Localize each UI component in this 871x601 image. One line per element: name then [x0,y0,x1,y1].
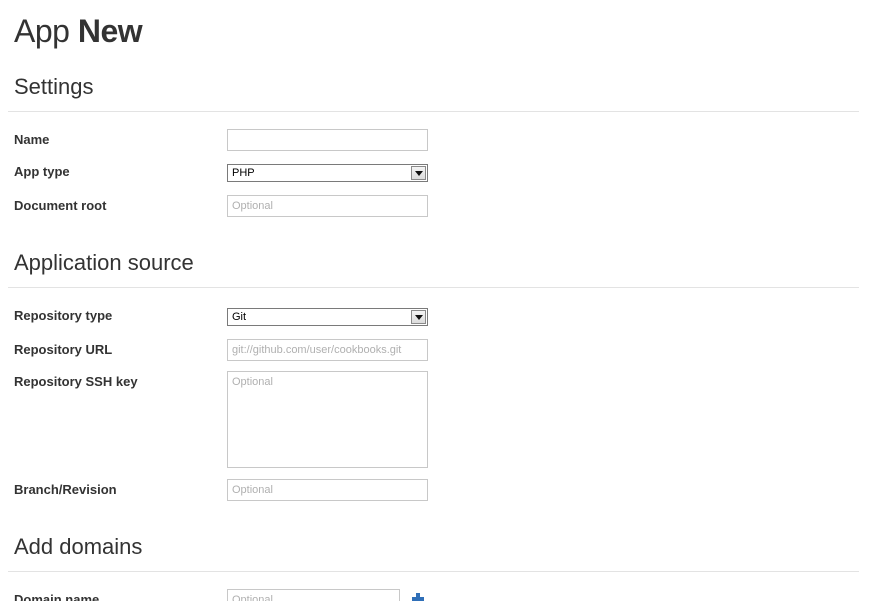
chevron-down-icon[interactable] [411,310,426,324]
page-title-prefix: App [14,13,70,49]
application-source-divider [8,287,859,288]
plus-icon[interactable] [412,593,424,601]
document-root-label: Document root [14,198,107,213]
app-type-selected-value: PHP [232,167,255,179]
chevron-down-icon[interactable] [411,166,426,180]
domain-name-input[interactable] [227,589,400,601]
settings-divider [8,111,859,112]
app-new-page: App New Settings Name App type PHP Docum… [0,0,871,601]
domain-name-label: Domain name [14,592,100,601]
app-type-label: App type [14,164,70,179]
repository-ssh-key-label: Repository SSH key [14,374,138,389]
settings-heading: Settings [14,74,94,99]
app-type-select[interactable]: PHP [227,164,428,182]
repository-type-label: Repository type [14,308,113,323]
repository-type-select[interactable]: Git [227,308,428,326]
add-domains-heading: Add domains [14,534,143,559]
name-input[interactable] [227,129,428,151]
branch-revision-input[interactable] [227,479,428,501]
repository-url-input[interactable] [227,339,428,361]
application-source-heading: Application source [14,250,194,275]
repository-type-selected-value: Git [232,311,247,323]
branch-revision-label: Branch/Revision [14,482,117,497]
repository-ssh-key-textarea[interactable] [227,371,428,468]
name-label: Name [14,132,50,147]
page-title-emphasis: New [77,13,143,49]
document-root-input[interactable] [227,195,428,217]
page-title: App New [14,12,143,50]
repository-url-label: Repository URL [14,342,113,357]
add-domains-divider [8,571,859,572]
